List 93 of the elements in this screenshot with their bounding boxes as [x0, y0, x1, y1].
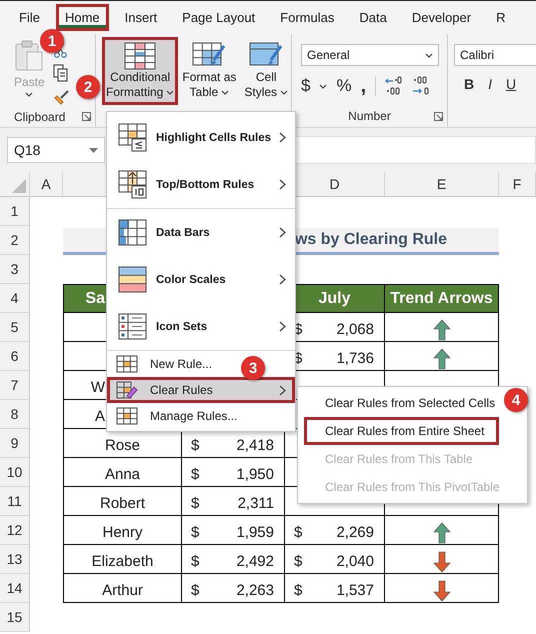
format-painter-icon[interactable]	[52, 88, 71, 106]
caret-icon	[319, 84, 328, 88]
header-cell: Trend Arrows	[385, 284, 499, 313]
row-header[interactable]: 6	[0, 342, 30, 371]
column-header[interactable]: E	[385, 172, 499, 197]
table-cell: Arthur	[63, 574, 182, 603]
eraser-icon	[116, 381, 138, 399]
ribbon-button[interactable]: Format as Table	[178, 37, 240, 105]
row-header[interactable]: 10	[0, 458, 30, 487]
ribbon-button[interactable]: Cell Styles	[240, 37, 292, 105]
clipboard-icon	[14, 40, 44, 72]
currency-symbol: $	[191, 466, 200, 483]
currency-symbol: $	[294, 582, 302, 599]
number-format-select[interactable]: General	[301, 44, 439, 66]
table-cell: Anna	[63, 458, 182, 487]
amount-text: 2,263	[236, 582, 274, 599]
ribbon-tab[interactable]: Insert	[116, 4, 166, 31]
ribbon-tab[interactable]: File	[10, 4, 49, 31]
conditional-formatting-icon	[124, 42, 156, 70]
dialog-launcher-icon[interactable]	[434, 112, 443, 121]
increase-decimal-icon[interactable]	[385, 76, 404, 96]
ribbon-tab[interactable]: Home	[56, 4, 109, 31]
menu-item[interactable]: Clear Rules	[107, 377, 295, 403]
row-header[interactable]: 13	[0, 545, 30, 574]
ribbon-tab[interactable]: Data	[350, 4, 396, 31]
triangle-icon	[12, 179, 26, 193]
row-header[interactable]: 3	[0, 255, 30, 284]
ribbon-tab[interactable]: R	[487, 4, 514, 31]
name-box[interactable]: Q18	[7, 137, 105, 163]
caret-icon	[166, 90, 174, 95]
currency-symbol: $	[191, 437, 200, 454]
menu-item[interactable]: Highlight Cells Rules	[107, 114, 295, 161]
row-header[interactable]: 4	[0, 284, 30, 313]
top-bottom-icon	[118, 170, 148, 199]
caret-icon	[280, 90, 288, 95]
data-bars-icon	[118, 219, 148, 246]
caret-icon	[25, 92, 34, 97]
italic-button[interactable]: I	[488, 76, 492, 92]
row-header[interactable]: 8	[0, 400, 30, 429]
table-cell: Robert	[63, 487, 182, 516]
currency-symbol: $	[191, 524, 200, 541]
font-name-field[interactable]: Calibri	[454, 44, 536, 66]
ribbon-tab[interactable]: Formulas	[271, 4, 344, 31]
dropdown-icon	[89, 148, 98, 152]
copy-icon[interactable]	[52, 64, 69, 82]
row-header[interactable]: 2	[0, 226, 30, 255]
underline-button[interactable]: U	[506, 76, 516, 92]
amount-text: 1,959	[236, 524, 274, 541]
row-header[interactable]: 12	[0, 516, 30, 545]
comma-style-button[interactable]: ,	[360, 77, 366, 95]
table-cell: Elizabeth	[63, 545, 182, 574]
currency-button[interactable]: $	[301, 76, 310, 96]
icon-sets-icon	[118, 313, 148, 340]
amount-text: 2,269	[336, 524, 374, 541]
currency-symbol: $	[191, 553, 200, 570]
ribbon-tab[interactable]: Page Layout	[173, 4, 264, 31]
currency-symbol: $	[191, 582, 200, 599]
row-header[interactable]: 15	[0, 603, 30, 632]
ribbon-tab[interactable]: Developer	[402, 4, 480, 31]
amount-text: 2,418	[236, 437, 274, 454]
row-header[interactable]: 1	[0, 197, 30, 226]
currency-symbol: $	[191, 495, 200, 512]
row-header[interactable]: 9	[0, 429, 30, 458]
row-header[interactable]: 5	[0, 313, 30, 342]
percent-button[interactable]: %	[336, 76, 352, 96]
amount-text: 2,492	[236, 553, 274, 570]
manage-rules-icon	[116, 407, 138, 425]
caret-icon	[425, 52, 433, 58]
group-label: Clipboard	[14, 110, 66, 124]
color-scales-icon	[118, 266, 148, 293]
amount-text: 2,311	[238, 495, 274, 512]
amount-text: 2,068	[336, 321, 374, 338]
amount-text: 2,040	[336, 553, 374, 570]
menu-item[interactable]: Clear Rules from Entire Sheet	[304, 417, 499, 445]
row-header[interactable]: 11	[0, 487, 30, 516]
row-header[interactable]: 7	[0, 371, 30, 400]
currency-symbol: $	[294, 524, 302, 541]
currency-symbol: $	[294, 553, 302, 570]
column-header[interactable]: A	[30, 172, 63, 197]
amount-text: 1,537	[336, 582, 374, 599]
dialog-launcher-icon[interactable]	[82, 112, 91, 121]
amount-text: 1,950	[236, 466, 274, 483]
highlight-cells-icon	[118, 123, 148, 152]
menu-item[interactable]: Clear Rules from Selected Cells	[304, 389, 499, 417]
decrease-decimal-icon[interactable]	[412, 76, 430, 96]
ribbon-button[interactable]: Conditional Formatting	[102, 37, 178, 105]
row-header[interactable]: 14	[0, 574, 30, 603]
bold-button[interactable]: B	[464, 76, 474, 92]
table-cell: Henry	[63, 516, 182, 545]
group-label: Number	[348, 109, 391, 123]
caret-icon	[221, 90, 230, 95]
column-header[interactable]: F	[499, 172, 536, 197]
amount-text: 1,736	[336, 350, 374, 367]
